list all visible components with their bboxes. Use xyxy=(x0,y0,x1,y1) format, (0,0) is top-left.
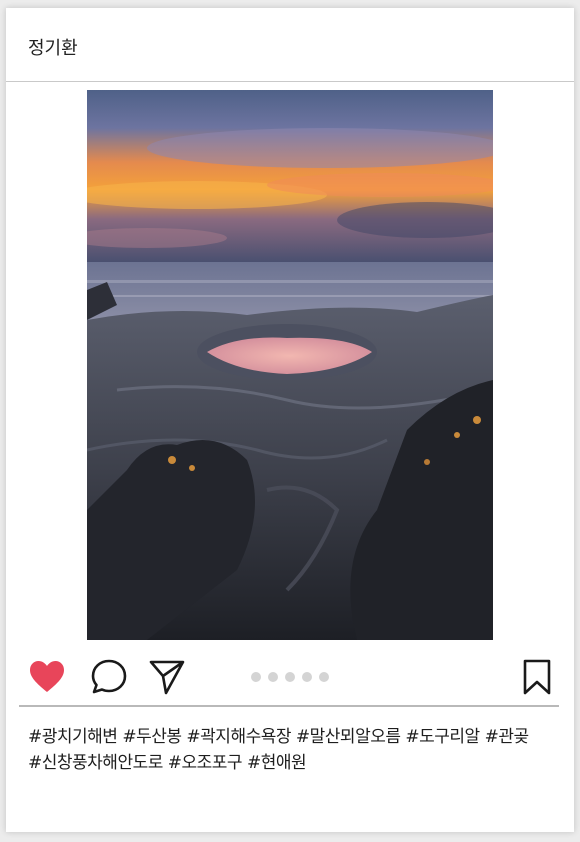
post-photo[interactable] xyxy=(87,90,493,640)
author-name[interactable]: 정기환 xyxy=(28,34,78,60)
seascape-sunset-image xyxy=(87,90,493,640)
hashtags: #광치기해변 #두산봉 #곽지해수욕장 #말산뫼알오름 #도구리알 #관곶 #신… xyxy=(28,724,568,776)
hashtag-line[interactable]: #광치기해변 #두산봉 #곽지해수욕장 #말산뫼알오름 #도구리알 #관곶 xyxy=(28,724,568,750)
carousel-dot[interactable] xyxy=(251,672,261,682)
carousel-dot[interactable] xyxy=(268,672,278,682)
post-header: 정기환 xyxy=(6,8,574,82)
action-bar xyxy=(6,648,574,704)
divider xyxy=(19,705,559,707)
post-card: 정기환 #광치기해변 #두산봉 #곽지해수욕장 #말산뫼알오름 #도구리알 #관… xyxy=(6,8,574,832)
carousel-dot[interactable] xyxy=(302,672,312,682)
speech-bubble-icon[interactable] xyxy=(90,658,128,696)
heart-icon[interactable] xyxy=(28,658,66,696)
paper-plane-icon[interactable] xyxy=(148,658,186,696)
carousel-dot[interactable] xyxy=(285,672,295,682)
carousel-dots xyxy=(251,672,329,682)
carousel-dot[interactable] xyxy=(319,672,329,682)
bookmark-icon[interactable] xyxy=(522,658,552,696)
hashtag-line[interactable]: #신창풍차해안도로 #오조포구 #현애원 xyxy=(28,750,568,776)
